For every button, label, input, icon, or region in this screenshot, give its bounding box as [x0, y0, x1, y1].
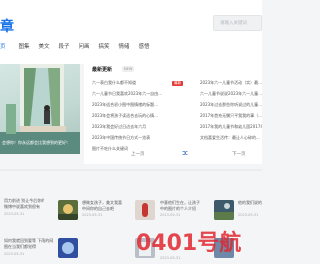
- nav-item-home[interactable]: 页: [0, 42, 14, 54]
- latest-link-left[interactable]: 六一儿童节日我喜欢2023年六一自由...: [92, 91, 172, 97]
- tile-title[interactable]: 微博中说喜欢到很有: [4, 204, 44, 210]
- latest-link-right[interactable]: 2023年过去那些你听说过的儿童...: [200, 102, 262, 108]
- watermark-logo: 0401号航: [136, 230, 241, 256]
- nav-item-insights[interactable]: 感悟: [134, 42, 154, 54]
- tile-thumbnail[interactable]: [135, 200, 155, 220]
- tile-thumbnail[interactable]: [58, 200, 78, 220]
- section-divider: [0, 169, 262, 171]
- search-input[interactable]: 请输入关键词: [213, 15, 262, 31]
- nav-item-essays[interactable]: 美文: [34, 42, 54, 54]
- tile-title[interactable]: 他的我们说的图片: [238, 200, 262, 206]
- tile-date: 2023-05-31: [4, 252, 25, 256]
- latest-link-right[interactable]: 2017年首充无懈只平我我的事（...: [200, 113, 262, 119]
- latest-link-left[interactable]: 2023年会将孩子读适合去玩的心情...: [92, 113, 172, 119]
- tile-thumbnail[interactable]: [58, 238, 78, 258]
- prev-page-link[interactable]: 上一页: [131, 151, 145, 157]
- tile-date: 2023-05-31: [4, 212, 25, 216]
- new-badge: NEW: [122, 66, 135, 72]
- latest-link-left[interactable]: 2023年适合初小图中图情绪的标题...: [92, 102, 172, 108]
- latest-title: 最新更新: [92, 67, 113, 73]
- tile-date: 2023-05-31: [82, 213, 103, 217]
- nav-item-pictures[interactable]: 图集: [14, 42, 34, 54]
- latest-updates-card: 最新更新 NEW 六一表白我什么都不知道 六一儿童节日我喜欢2023年六一自由.…: [84, 60, 262, 164]
- site-header: 章 请输入关键词 页 图集 美文 段子 问画 搞笑 情绪 感悟: [0, 0, 262, 64]
- latest-link-right[interactable]: 六一儿童节说说2023年六一儿童...: [200, 91, 262, 97]
- hero-image[interactable]: 会想你！你永远都会比我想到的更好！: [0, 64, 80, 154]
- tile-title[interactable]: 图在当我们都觉得: [4, 244, 54, 250]
- latest-link-right[interactable]: 2023年六一儿童节活动（实）最...: [200, 80, 262, 86]
- watermark-text: 0401号航: [136, 230, 241, 256]
- nav-item-emotion[interactable]: 情绪: [114, 42, 134, 54]
- site-logo[interactable]: 章: [0, 16, 14, 36]
- tile-thumbnail[interactable]: [214, 200, 234, 220]
- tile-title[interactable]: 中间你的自己去吧: [82, 206, 122, 212]
- latest-link-right[interactable]: 2017年我的儿童节和幼儿園2017年...: [200, 124, 262, 130]
- main-nav: 页 图集 美文 段子 问画 搞笑 情绪 感悟: [0, 42, 154, 54]
- tile-date: 2023-05-31: [238, 213, 259, 217]
- hero-caption[interactable]: 会想你！你永远都会比我想到的更好！: [2, 140, 78, 146]
- latest-link-left[interactable]: 2023年我会好过日边去年六月: [92, 124, 172, 130]
- latest-link-left[interactable]: 六一表白我什么都不知道: [92, 80, 172, 86]
- nav-item-funny[interactable]: 搞笑: [94, 42, 114, 54]
- next-page-link[interactable]: 下一页: [232, 151, 246, 157]
- tile-title[interactable]: 中的图片的个人介绍: [160, 206, 200, 212]
- nav-item-qa[interactable]: 问画: [74, 42, 94, 54]
- latest-link-right[interactable]: 文档喜爱生活传：最让人心碎的...: [200, 135, 262, 141]
- tile-date: 2023-05-31: [160, 213, 181, 217]
- nav-item-jokes[interactable]: 段子: [54, 42, 74, 54]
- shuffle-icon[interactable]: [182, 150, 188, 156]
- hot-badge: 最新: [172, 81, 183, 86]
- latest-link-left[interactable]: 2023年中国传统节日方式一览表: [92, 135, 172, 141]
